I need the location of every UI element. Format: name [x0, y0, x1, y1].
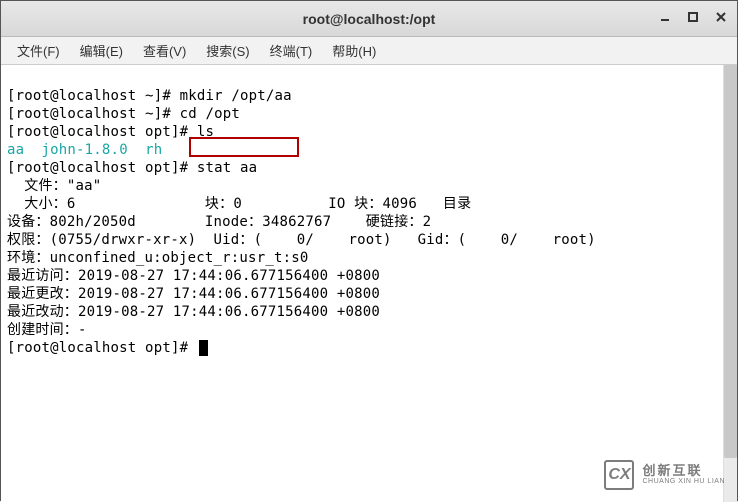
command-text: cd /opt [180, 106, 240, 122]
ls-entry: john-1.8.0 [42, 142, 128, 158]
prompt: [root@localhost ~]# [7, 106, 180, 122]
scrollbar-thumb[interactable] [724, 65, 737, 458]
maximize-button[interactable] [681, 5, 705, 29]
ls-entry: aa [7, 142, 24, 158]
command-text: stat aa [197, 160, 257, 176]
output-line: 创建时间：- [7, 322, 87, 338]
watermark: CX 创新互联 CHUANG XIN HU LIAN [604, 460, 725, 490]
output-line: 权限：(0755/drwxr-xr-x) Uid：( 0/ root) Gid：… [7, 232, 596, 248]
output-line: 最近访问：2019-08-27 17:44:06.677156400 +0800 [7, 268, 380, 284]
watermark-en: CHUANG XIN HU LIAN [642, 478, 725, 486]
window-title: root@localhost:/opt [303, 11, 436, 27]
terminal-pane[interactable]: [root@localhost ~]# mkdir /opt/aa [root@… [1, 65, 737, 502]
prompt: [root@localhost ~]# [7, 88, 180, 104]
output-line: 最近更改：2019-08-27 17:44:06.677156400 +0800 [7, 286, 380, 302]
command-text: mkdir /opt/aa [180, 88, 292, 104]
menu-search[interactable]: 搜索(S) [196, 37, 259, 64]
menu-view[interactable]: 查看(V) [133, 37, 196, 64]
menu-edit[interactable]: 编辑(E) [70, 37, 133, 64]
highlight-box [189, 137, 299, 157]
titlebar: root@localhost:/opt [1, 1, 737, 37]
output-line: 大小：6 块：0 IO 块：4096 目录 [7, 196, 471, 212]
menu-help[interactable]: 帮助(H) [322, 37, 386, 64]
cursor-icon [199, 340, 208, 356]
command-text: ls [197, 124, 214, 140]
scrollbar[interactable] [723, 65, 737, 502]
menubar: 文件(F) 编辑(E) 查看(V) 搜索(S) 终端(T) 帮助(H) [1, 37, 737, 65]
minimize-button[interactable] [653, 5, 677, 29]
menu-terminal[interactable]: 终端(T) [260, 37, 323, 64]
watermark-logo-icon: CX [604, 460, 634, 490]
output-line: 环境：unconfined_u:object_r:usr_t:s0 [7, 250, 308, 266]
window-controls [653, 5, 733, 29]
ls-entry: rh [145, 142, 162, 158]
prompt: [root@localhost opt]# [7, 160, 197, 176]
close-button[interactable] [709, 5, 733, 29]
output-line: 最近改动：2019-08-27 17:44:06.677156400 +0800 [7, 304, 380, 320]
watermark-text: 创新互联 CHUANG XIN HU LIAN [642, 464, 725, 486]
prompt: [root@localhost opt]# [7, 340, 197, 356]
menu-file[interactable]: 文件(F) [7, 37, 70, 64]
prompt: [root@localhost opt]# [7, 124, 197, 140]
output-line: 文件："aa" [7, 178, 101, 194]
watermark-cn: 创新互联 [642, 464, 725, 478]
output-line: 设备：802h/2050d Inode：34862767 硬链接：2 [7, 214, 431, 230]
